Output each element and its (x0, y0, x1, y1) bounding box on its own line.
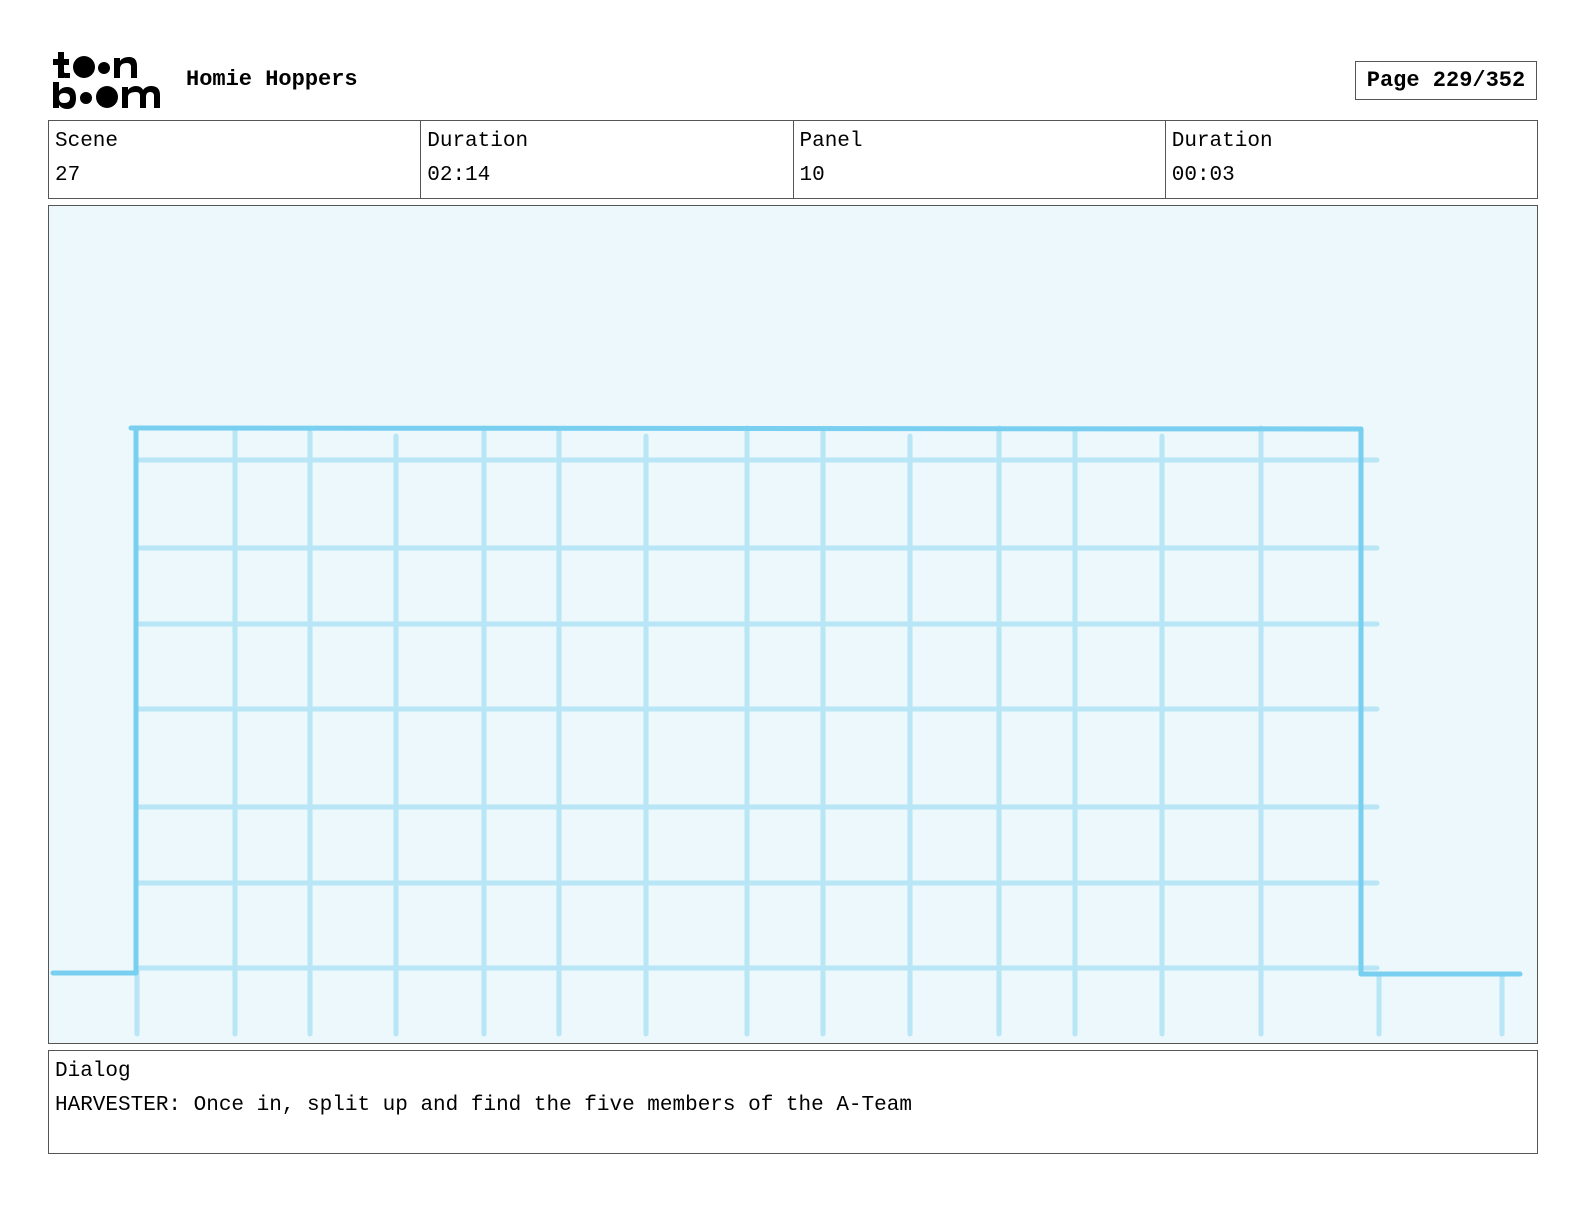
panel-value: 10 (799, 164, 825, 187)
scene-info-table: Scene 27 Duration 02:14 Panel 10 Duratio… (48, 120, 1538, 199)
storyboard-panel (48, 205, 1538, 1044)
panel-duration-cell: Duration 00:03 (1166, 121, 1537, 198)
building-grid-sketch (50, 425, 1523, 1037)
scene-value: 27 (55, 164, 81, 187)
dialog-box: Dialog HARVESTER: Once in, split up and … (48, 1050, 1538, 1154)
panel-duration-value: 00:03 (1171, 164, 1235, 187)
panel-duration-label: Duration (1171, 130, 1273, 153)
scene-duration-label: Duration (427, 130, 529, 153)
panel-cell: Panel 10 (794, 121, 1166, 198)
building-roof-line (128, 425, 1364, 432)
scene-duration-cell: Duration 02:14 (421, 121, 794, 198)
scene-duration-value: 02:14 (427, 164, 491, 187)
toon-boom-logo (50, 50, 166, 112)
page-indicator: Page 229/352 (1355, 61, 1537, 100)
dialog-text: HARVESTER: Once in, split up and find th… (55, 1094, 912, 1117)
dialog-label: Dialog (55, 1060, 131, 1083)
scene-cell: Scene 27 (49, 121, 422, 198)
page-label: Page 229/352 (1366, 68, 1526, 93)
project-title: Homie Hoppers (186, 67, 358, 92)
panel-label: Panel (799, 130, 863, 153)
scene-label: Scene (55, 130, 119, 153)
